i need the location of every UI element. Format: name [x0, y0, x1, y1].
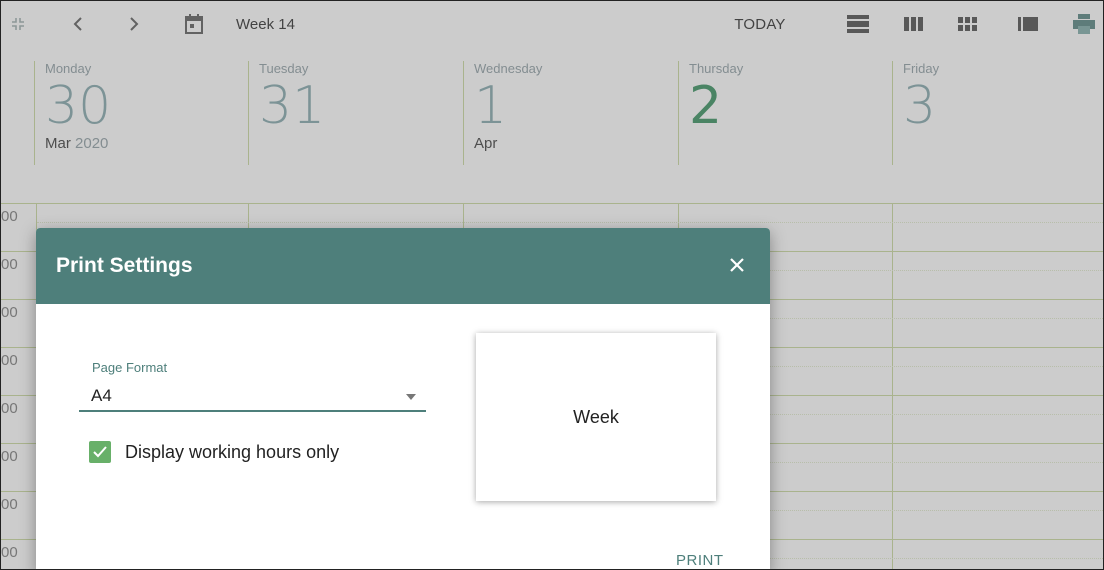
print-preview: Week: [476, 333, 716, 501]
preview-label: Week: [573, 406, 619, 427]
dialog-header: Print Settings: [36, 228, 770, 304]
print-settings-dialog: Print Settings Page Format A4 Display wo…: [36, 228, 770, 569]
page-format-value: A4: [91, 386, 112, 405]
print-button[interactable]: PRINT: [676, 552, 724, 569]
close-icon[interactable]: [722, 250, 752, 280]
working-hours-checkbox-row[interactable]: Display working hours only: [89, 440, 339, 464]
page-format-label: Page Format: [92, 360, 168, 375]
calendar-app: Week 14 TODAY Monday 30 Mar 2020 Tuesday…: [0, 0, 1104, 570]
dialog-title: Print Settings: [56, 254, 193, 277]
working-hours-checkbox[interactable]: [89, 441, 111, 463]
working-hours-label: Display working hours only: [125, 441, 340, 462]
page-format-select[interactable]: A4: [79, 382, 426, 412]
checkmark-icon: [93, 446, 107, 458]
dropdown-arrow-icon: [406, 394, 416, 400]
